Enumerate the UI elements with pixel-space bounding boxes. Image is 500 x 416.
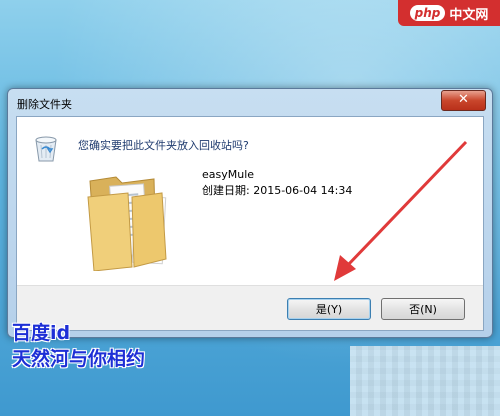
- caption-line-1: 百度id: [12, 322, 71, 344]
- caption-line-2: 天然河与你相约: [12, 348, 146, 370]
- pixelated-watermark: [350, 346, 500, 416]
